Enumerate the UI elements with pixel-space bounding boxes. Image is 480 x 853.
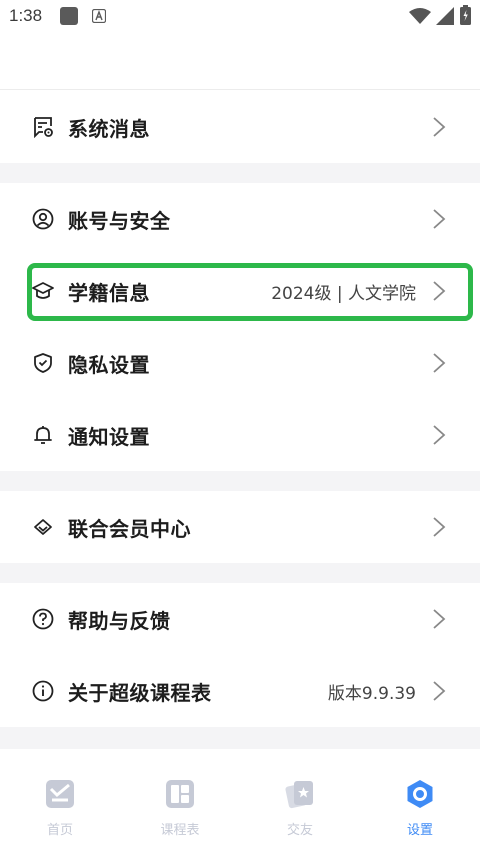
- row-privacy-settings[interactable]: 隐私设置: [0, 327, 480, 399]
- home-check-icon: [45, 779, 75, 809]
- row-account-security[interactable]: 账号与安全: [0, 183, 480, 255]
- chevron-right-icon: [432, 208, 446, 230]
- chevron-right-icon: [432, 680, 446, 702]
- chevron-right-icon: [432, 116, 446, 138]
- cards-star-icon: [285, 779, 315, 809]
- row-label: 隐私设置: [68, 352, 150, 377]
- row-label: 帮助与反馈: [68, 608, 171, 633]
- chevron-right-icon: [432, 516, 446, 538]
- question-circle-icon: [32, 608, 54, 630]
- section-divider: [0, 163, 480, 183]
- info-circle-icon: [32, 680, 54, 702]
- row-member-center[interactable]: 联合会员中心: [0, 491, 480, 563]
- wifi-icon: [409, 7, 431, 29]
- status-time: 1:38: [9, 6, 43, 25]
- signal-icon: [436, 7, 454, 29]
- tab-label: 设置: [406, 823, 433, 838]
- tab-settings[interactable]: 设置: [370, 779, 470, 839]
- tab-label: 课程表: [160, 823, 200, 838]
- section-divider: [0, 471, 480, 491]
- section-divider: [0, 563, 480, 583]
- settings-hexagon-icon: [405, 779, 435, 809]
- row-help-feedback[interactable]: 帮助与反馈: [0, 583, 480, 655]
- row-label: 通知设置: [68, 424, 150, 449]
- battery-icon: [460, 5, 471, 29]
- bell-icon: [32, 424, 54, 446]
- tab-home[interactable]: 首页: [10, 779, 110, 839]
- row-system-messages[interactable]: 系统消息: [0, 91, 480, 163]
- row-label: 系统消息: [68, 116, 150, 141]
- chevron-right-icon: [432, 608, 446, 630]
- tab-label: 首页: [46, 823, 73, 838]
- diamond-icon: [32, 516, 54, 538]
- tab-friends[interactable]: 交友: [250, 779, 350, 839]
- chevron-right-icon: [432, 352, 446, 374]
- bottom-tab-bar: 首页 课程表 交友 设置: [0, 749, 480, 853]
- row-label: 关于超级课程表: [68, 680, 212, 705]
- shield-check-icon: [32, 352, 54, 374]
- header-area: [0, 34, 480, 90]
- notification-square-icon: [60, 7, 78, 29]
- status-bar: 1:38: [0, 0, 480, 34]
- tab-schedule[interactable]: 课程表: [130, 779, 230, 839]
- tab-label: 交友: [286, 823, 313, 838]
- row-about[interactable]: 关于超级课程表 版本9.9.39: [0, 655, 480, 727]
- highlight-frame: [27, 263, 473, 321]
- user-circle-icon: [32, 208, 54, 230]
- version-value: 版本9.9.39: [327, 683, 416, 704]
- row-label: 账号与安全: [68, 208, 171, 233]
- app-a-icon: [91, 8, 107, 27]
- row-notification-settings[interactable]: 通知设置: [0, 399, 480, 471]
- section-divider: [0, 727, 480, 749]
- chevron-right-icon: [432, 424, 446, 446]
- row-label: 联合会员中心: [68, 516, 191, 541]
- message-settings-icon: [32, 116, 54, 138]
- schedule-grid-icon: [165, 779, 195, 809]
